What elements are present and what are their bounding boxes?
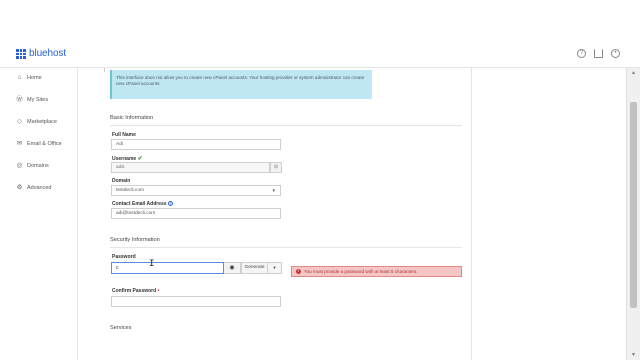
info-icon[interactable]: ? xyxy=(167,201,173,207)
right-pane xyxy=(472,68,626,360)
logo-text: bluehost xyxy=(29,48,67,59)
app-header: bluehost ? • xyxy=(0,40,640,68)
sidebar-item-advanced[interactable]: ⚙ Advanced xyxy=(16,184,52,191)
help-icon[interactable]: ? xyxy=(577,49,586,58)
username-input[interactable]: adik xyxy=(111,162,270,173)
security-info-title: Security Information xyxy=(110,237,160,243)
logo-grid-icon xyxy=(16,49,26,59)
generate-password-button[interactable]: Generate xyxy=(241,262,268,274)
scrollbar[interactable]: ▲ ▼ xyxy=(626,68,640,360)
scroll-down-icon[interactable]: ▼ xyxy=(630,352,637,358)
bluehost-logo[interactable]: bluehost xyxy=(16,48,66,59)
sidebar-item-label: Email & Office xyxy=(27,140,62,147)
confirm-password-input[interactable] xyxy=(111,296,281,307)
error-icon: ! xyxy=(296,269,301,274)
email-label: Contact Email Address ? xyxy=(112,201,173,207)
domain-select-value: testdecli.com xyxy=(116,188,144,193)
confirm-password-label: Confirm Password • xyxy=(112,288,159,294)
confirm-password-label-text: Confirm Password xyxy=(112,288,157,294)
password-error: ! You must provide a password with at le… xyxy=(291,266,462,277)
password-input[interactable]: c xyxy=(111,262,224,274)
bottom-band xyxy=(0,340,626,360)
scroll-up-icon[interactable]: ▲ xyxy=(630,70,637,76)
content-edge xyxy=(104,68,105,72)
section-divider xyxy=(110,247,462,248)
sidebar-item-label: My Sites xyxy=(27,96,49,103)
email-input[interactable]: adi@testdecli.com xyxy=(111,208,281,219)
basic-info-title: Basic Information xyxy=(110,115,154,121)
full-name-label: Full Name xyxy=(112,132,136,138)
username-addon-icon: ⊞ xyxy=(270,162,282,173)
full-name-input[interactable]: Adi xyxy=(111,139,281,150)
sidebar-item-label: Advanced xyxy=(27,184,52,191)
sidebar-item-marketplace[interactable]: ◇ Marketplace xyxy=(16,118,57,125)
email-label-text: Contact Email Address xyxy=(112,201,167,207)
services-title: Services xyxy=(110,325,132,331)
sidebar-item-label: Domains xyxy=(27,162,49,169)
username-label: Username ✔ xyxy=(112,155,143,162)
password-label: Password xyxy=(112,254,136,260)
globe-icon: ◎ xyxy=(16,162,23,169)
info-notice: This interface does not allow you to cre… xyxy=(110,70,372,99)
sidebar-item-my-sites[interactable]: Ⓦ My Sites xyxy=(16,96,48,103)
text-cursor-icon: I xyxy=(149,259,155,269)
domain-select[interactable]: testdecli.com ▼ xyxy=(111,185,281,196)
domain-label: Domain xyxy=(112,178,131,184)
sidebar-item-home[interactable]: ⌂ Home xyxy=(16,74,42,81)
sidebar: ⌂ Home Ⓦ My Sites ◇ Marketplace ✉ Email … xyxy=(0,68,78,360)
home-icon: ⌂ xyxy=(17,74,22,81)
sidebar-item-domains[interactable]: ◎ Domains xyxy=(16,162,49,169)
top-band xyxy=(0,0,640,40)
password-error-text: You must provide a password with at leas… xyxy=(304,269,418,274)
eye-slash-icon[interactable]: ◉ xyxy=(224,262,241,274)
section-divider xyxy=(110,125,462,126)
sidebar-item-email-office[interactable]: ✉ Email & Office xyxy=(16,140,62,147)
tag-icon: ◇ xyxy=(17,118,22,125)
chevron-down-icon: ▼ xyxy=(271,188,276,193)
gear-icon: ⚙ xyxy=(16,184,23,191)
cart-icon[interactable] xyxy=(594,49,603,58)
sidebar-item-label: Marketplace xyxy=(27,118,57,125)
required-marker: • xyxy=(157,288,160,294)
wordpress-icon: Ⓦ xyxy=(16,96,23,103)
generate-options-button[interactable]: ▼ xyxy=(268,262,282,274)
account-icon[interactable]: • xyxy=(611,49,620,58)
sidebar-item-label: Home xyxy=(27,74,42,81)
mail-icon: ✉ xyxy=(16,140,23,147)
caret-down-icon: ▼ xyxy=(272,265,277,270)
scroll-thumb[interactable] xyxy=(630,102,637,308)
